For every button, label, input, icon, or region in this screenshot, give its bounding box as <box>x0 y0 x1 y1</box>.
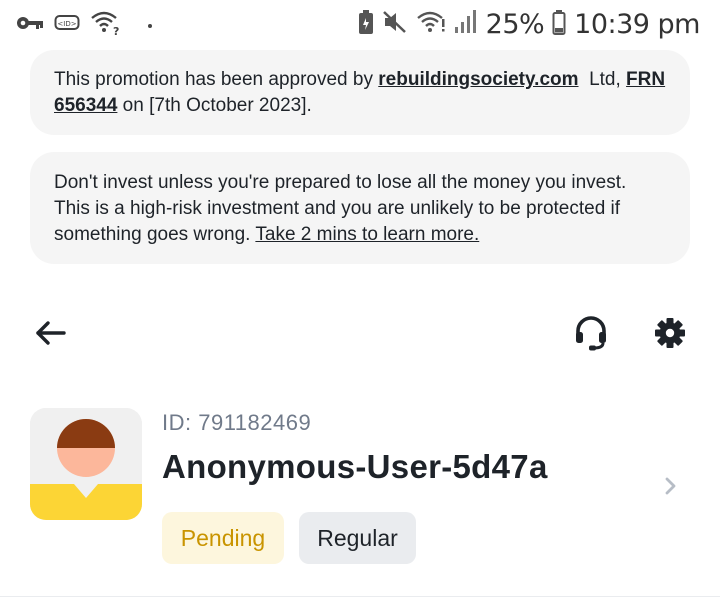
profile-nav-bar <box>0 305 720 361</box>
regular-tier-badge: Regular <box>299 512 416 564</box>
battery-saver-icon <box>358 9 374 40</box>
user-id: ID: 791182469 <box>162 410 312 435</box>
divider <box>0 596 720 597</box>
battery-percent: 25% <box>485 8 545 40</box>
promo-text-before: This promotion has been approved by <box>54 69 379 90</box>
headset-icon[interactable] <box>571 313 611 353</box>
learn-more-link[interactable]: Take 2 mins to learn more. <box>255 224 479 245</box>
svg-text:<ID>: <ID> <box>57 20 76 28</box>
svg-text:?: ? <box>113 25 119 36</box>
promo-text-after: on [7th October 2023]. <box>117 95 312 116</box>
notification-dot-icon <box>148 23 152 28</box>
wifi-icon <box>416 10 446 39</box>
key-icon <box>16 15 44 36</box>
mute-icon <box>382 10 408 39</box>
signal-icon <box>454 9 478 40</box>
clock: 10:39 pm <box>574 8 700 40</box>
avatar <box>30 408 142 520</box>
promo-text-mid: Ltd, <box>578 69 627 90</box>
username: Anonymous-User-5d47a <box>162 448 548 485</box>
vpn-icon: <ID> <box>54 14 80 37</box>
status-right: 25% 10:39 pm <box>358 4 700 44</box>
status-left: <ID> ? <box>16 10 152 41</box>
promotion-approval-banner: This promotion has been approved by rebu… <box>30 50 690 135</box>
gear-icon[interactable] <box>650 313 690 353</box>
chevron-right-icon[interactable] <box>658 474 682 498</box>
battery-icon <box>552 9 566 40</box>
profile-card[interactable]: ID: 791182469 Anonymous-User-5d47a Pendi… <box>0 400 720 580</box>
rebuildingsociety-link[interactable]: rebuildingsociety.com <box>378 69 578 90</box>
risk-warning-banner: Don't invest unless you're prepared to l… <box>30 152 690 264</box>
status-bar: <ID> ? 25% 10:39 pm <box>0 0 720 48</box>
wifi-question-icon: ? <box>90 10 120 41</box>
pending-status-badge: Pending <box>162 512 284 564</box>
back-arrow-icon[interactable] <box>30 313 70 353</box>
